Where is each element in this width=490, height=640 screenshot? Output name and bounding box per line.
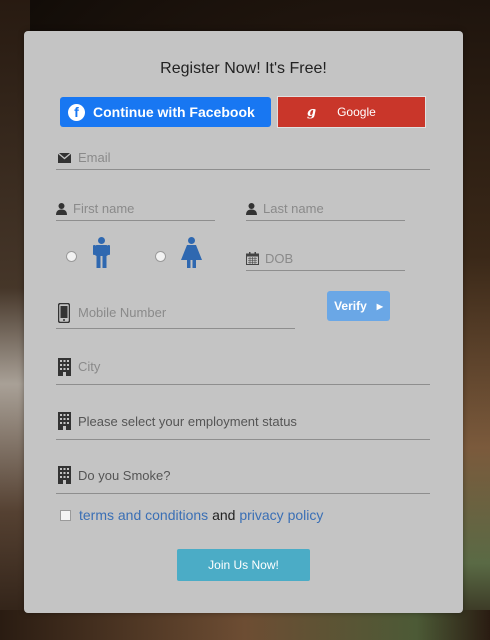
- form-title: Register Now! It's Free!: [160, 60, 327, 77]
- employment-row: Please select your employment status: [56, 403, 430, 440]
- background-bottom: [0, 610, 490, 640]
- privacy-policy-link[interactable]: privacy policy: [239, 507, 323, 523]
- terms-row: terms and conditions and privacy policy: [60, 507, 323, 523]
- google-icon: g: [307, 104, 317, 120]
- building-icon: [56, 466, 72, 484]
- mobile-phone-icon: [56, 302, 72, 323]
- smoking-select[interactable]: Do you Smoke?: [78, 464, 430, 486]
- facebook-icon: f: [68, 103, 85, 121]
- dob-row: [246, 247, 441, 271]
- building-icon: [56, 412, 72, 430]
- dob-input[interactable]: [265, 247, 441, 270]
- last-name-input[interactable]: [263, 197, 439, 220]
- female-icon: [181, 237, 202, 273]
- gender-female-radio[interactable]: [155, 251, 166, 262]
- verify-button[interactable]: Verify ▶: [327, 291, 390, 321]
- user-icon: [246, 202, 257, 215]
- email-field-row: [56, 146, 430, 170]
- last-name-row: [246, 197, 439, 221]
- verify-button-label: Verify: [334, 299, 367, 313]
- facebook-login-button[interactable]: f Continue with Facebook: [60, 97, 271, 127]
- caret-right-icon: ▶: [376, 301, 383, 311]
- mobile-number-input[interactable]: [78, 301, 295, 324]
- terms-link[interactable]: terms and conditions: [79, 507, 208, 523]
- google-login-button[interactable]: g Google: [277, 96, 426, 128]
- facebook-button-label: Continue with Facebook: [93, 104, 255, 120]
- gender-male-radio[interactable]: [66, 251, 77, 262]
- join-button[interactable]: Join Us Now!: [177, 549, 310, 581]
- employment-status-select[interactable]: Please select your employment status: [78, 410, 430, 432]
- mobile-row: [56, 297, 295, 329]
- terms-checkbox[interactable]: [60, 509, 71, 521]
- smoke-row: Do you Smoke?: [56, 457, 430, 494]
- email-input[interactable]: [78, 146, 430, 169]
- calendar-icon: [246, 252, 259, 265]
- first-name-input[interactable]: [73, 197, 249, 220]
- city-row: [56, 349, 430, 385]
- first-name-row: [56, 197, 249, 221]
- envelope-icon: [56, 152, 72, 163]
- male-icon: [93, 237, 110, 273]
- user-icon: [56, 202, 67, 215]
- background-right: [460, 0, 490, 640]
- city-input[interactable]: [78, 355, 430, 378]
- terms-and-text: and: [208, 507, 240, 523]
- registration-card: Register Now! It's Free! f Continue with…: [24, 31, 463, 613]
- building-icon: [56, 357, 72, 376]
- google-button-label: Google: [337, 105, 376, 119]
